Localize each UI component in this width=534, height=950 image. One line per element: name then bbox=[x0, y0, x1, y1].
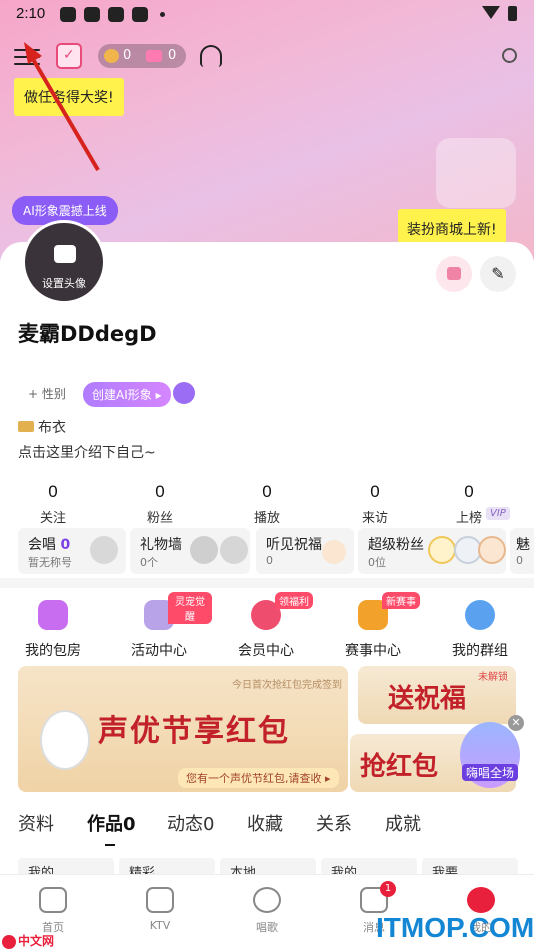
feature-gift-wall[interactable]: 礼物墙 0个 bbox=[130, 528, 250, 574]
status-bar: 2:10 bbox=[0, 0, 534, 28]
notification-icon bbox=[84, 7, 100, 22]
close-icon[interactable]: ✕ bbox=[508, 715, 524, 731]
banner-subtitle: 今日首次抢红包完成签到 bbox=[232, 680, 342, 691]
feature-charm[interactable]: 魅 0 bbox=[510, 528, 534, 574]
tab-works[interactable]: 作品0 bbox=[87, 810, 136, 846]
my-groups-button[interactable]: 我的群组 bbox=[427, 596, 533, 660]
gender-button[interactable]: + 性别 bbox=[28, 385, 66, 402]
tab-feed[interactable]: 动态0 bbox=[167, 810, 214, 836]
stat-following[interactable]: 0 关注 bbox=[18, 482, 88, 526]
activity-center-button[interactable]: 灵宠觉醒 活动中心 bbox=[106, 592, 212, 660]
set-avatar-label: 设置头像 bbox=[42, 277, 86, 290]
more-notifications-icon bbox=[160, 12, 165, 17]
member-center-button[interactable]: 领福利 会员中心 bbox=[213, 592, 319, 660]
stat-visitors[interactable]: 0 来访 bbox=[340, 482, 410, 526]
notification-icon bbox=[60, 7, 76, 22]
user-name: 麦霸DDdegD bbox=[18, 322, 157, 346]
create-ai-avatar-button[interactable]: 创建AI形象 ▸ bbox=[83, 382, 171, 407]
contest-tag: 新赛事 bbox=[382, 592, 420, 609]
sing-medal-icon bbox=[90, 536, 118, 564]
fan-badge-icon bbox=[478, 536, 506, 564]
gift-icon bbox=[220, 536, 248, 564]
self-intro[interactable]: 点击这里介绍下自己~ bbox=[18, 442, 156, 462]
floating-promo[interactable]: 嗨唱全场 bbox=[460, 722, 520, 788]
member-tag: 领福利 bbox=[275, 592, 313, 609]
feature-sing[interactable]: 会唱 0 暂无称号 bbox=[18, 528, 126, 574]
profile-tabs: 资料 作品0 动态0 收藏 关系 成就 bbox=[0, 810, 534, 850]
vip-badge: VIP bbox=[486, 507, 510, 520]
microphone-icon bbox=[253, 887, 281, 913]
edit-profile-button[interactable]: ✎ bbox=[480, 256, 516, 292]
group-icon bbox=[465, 600, 495, 630]
diamond-count: 0 bbox=[168, 48, 177, 63]
shortcut-grid: 我的包房 灵宠觉醒 活动中心 领福利 会员中心 新赛事 赛事中心 我的群组 bbox=[0, 592, 534, 662]
rank-label: 布衣 bbox=[18, 417, 66, 437]
room-icon bbox=[38, 600, 68, 630]
tab-achievements[interactable]: 成就 bbox=[385, 810, 421, 836]
tab-relations[interactable]: 关系 bbox=[316, 810, 352, 836]
notification-icon bbox=[132, 7, 148, 22]
camera-icon bbox=[54, 245, 76, 263]
section-divider bbox=[0, 578, 534, 588]
level-badge-decoration bbox=[436, 138, 516, 208]
message-badge: 1 bbox=[380, 881, 396, 897]
feature-blessings[interactable]: 听见祝福 0 bbox=[256, 528, 354, 574]
tab-info[interactable]: 资料 bbox=[18, 810, 54, 836]
stat-fans[interactable]: 0 粉丝 bbox=[125, 482, 195, 526]
music-note-icon bbox=[39, 887, 67, 913]
mascot-icon bbox=[40, 710, 90, 770]
headset-icon[interactable] bbox=[200, 45, 222, 67]
user-icon bbox=[467, 887, 495, 913]
nav-home[interactable]: 首页 bbox=[23, 887, 83, 935]
my-room-button[interactable]: 我的包房 bbox=[0, 596, 106, 660]
nav-sing[interactable]: 唱歌 bbox=[237, 887, 297, 935]
watermark-logo-icon bbox=[2, 934, 16, 949]
contest-center-button[interactable]: 新赛事 赛事中心 bbox=[320, 592, 426, 660]
battery-icon bbox=[508, 6, 517, 21]
wifi-icon bbox=[482, 6, 500, 19]
status-time: 2:10 bbox=[16, 5, 46, 22]
nav-ktv[interactable]: KTV bbox=[130, 887, 190, 932]
banner-title: 声优节享红包 bbox=[98, 714, 290, 749]
banner-cta[interactable]: 您有一个声优节红包,请查收 ▸ bbox=[178, 768, 339, 788]
gift-icon bbox=[190, 536, 218, 564]
avatar[interactable]: 设置头像 bbox=[22, 220, 106, 304]
voice-icon[interactable] bbox=[173, 382, 195, 404]
locked-tag: 未解锁 bbox=[478, 672, 508, 683]
voice-festival-banner[interactable]: 今日首次抢红包完成签到 声优节享红包 您有一个声优节红包,请查收 ▸ bbox=[18, 666, 348, 792]
red-arrow-annotation bbox=[24, 42, 100, 172]
rank-icon bbox=[18, 421, 34, 432]
diamond-icon bbox=[146, 50, 162, 62]
share-icon[interactable] bbox=[502, 48, 517, 63]
feature-super-fans[interactable]: 超级粉丝 0位 bbox=[358, 528, 506, 574]
watermark-left: 中文网 bbox=[2, 932, 54, 949]
gold-coin-count: 0 bbox=[123, 48, 132, 63]
dress-up-button[interactable] bbox=[436, 256, 472, 292]
tv-icon bbox=[146, 887, 174, 913]
stat-plays[interactable]: 0 播放 bbox=[232, 482, 302, 526]
fan-badge-icon bbox=[428, 536, 456, 564]
stats-row: 0 关注 0 粉丝 0 播放 0 来访 0 上榜 bbox=[0, 482, 534, 526]
activity-tag: 灵宠觉醒 bbox=[168, 592, 212, 624]
blessing-icon bbox=[322, 540, 346, 564]
watermark-right: ITMOP.COM bbox=[376, 912, 534, 943]
tab-favorites[interactable]: 收藏 bbox=[247, 810, 283, 836]
notification-icon bbox=[108, 7, 124, 22]
